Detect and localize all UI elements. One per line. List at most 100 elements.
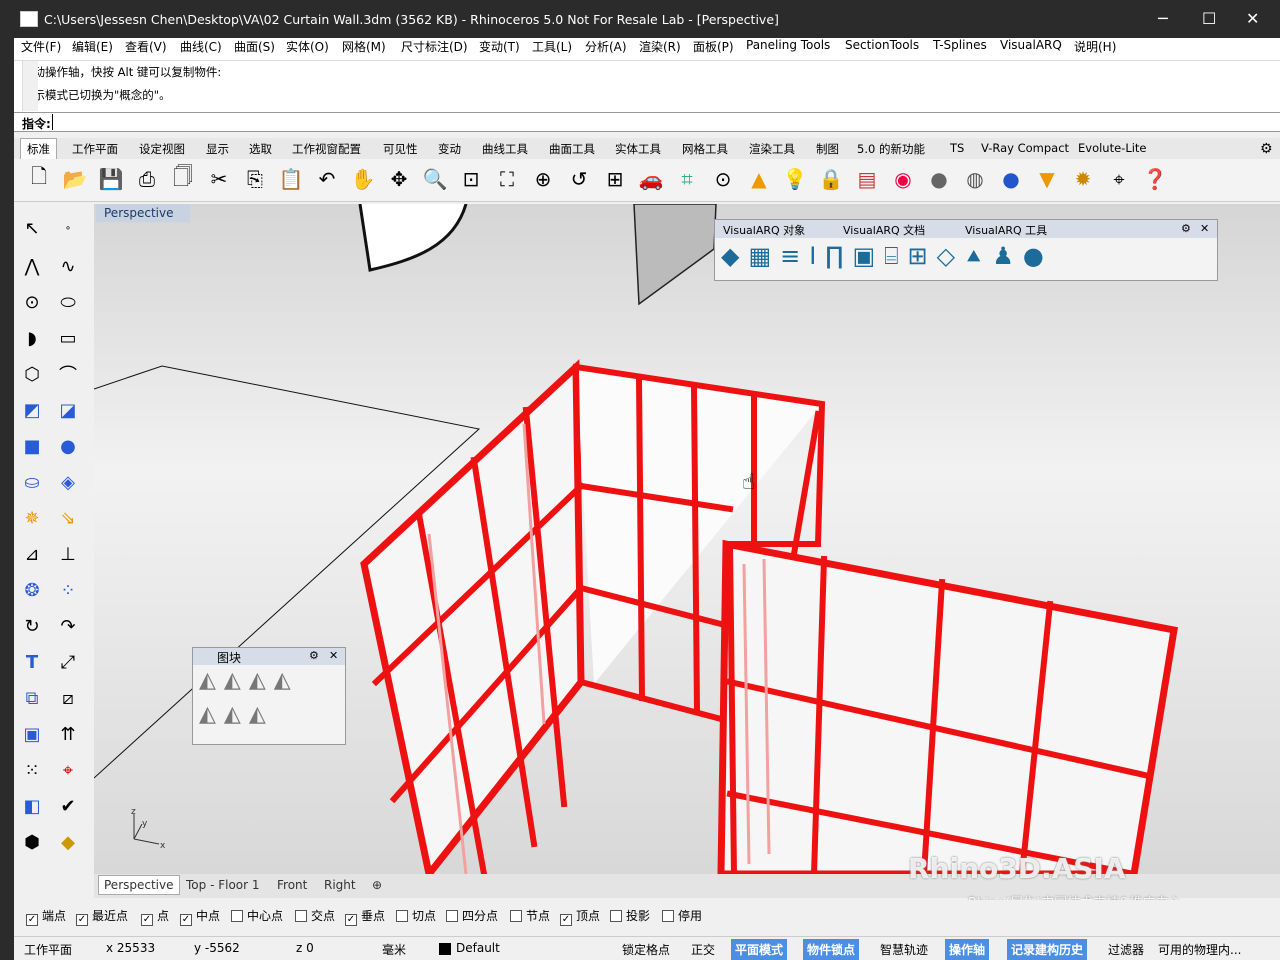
tab-standard[interactable]: 标准 bbox=[20, 138, 57, 159]
checkbox-checked[interactable]: ✓ bbox=[76, 914, 88, 926]
tab-cplanes[interactable]: 工作平面 bbox=[72, 141, 118, 157]
status-cplane[interactable]: 工作平面 bbox=[24, 941, 72, 958]
osnap-knot[interactable]: 节点 bbox=[510, 907, 550, 924]
viewport-label[interactable]: Perspective bbox=[96, 204, 190, 222]
gear-icon[interactable]: ⚙ bbox=[1260, 141, 1273, 157]
render-sphere-icon[interactable]: ◍ bbox=[960, 164, 990, 194]
zoom-icon[interactable]: 🔍 bbox=[420, 164, 450, 194]
box-icon[interactable]: ■ bbox=[18, 432, 46, 460]
menu-solid[interactable]: 实体(O) bbox=[286, 38, 329, 55]
arc-icon[interactable]: ◗ bbox=[18, 324, 46, 352]
tab-new-in-v5[interactable]: 5.0 的新功能 bbox=[857, 141, 925, 157]
four-viewports-icon[interactable]: ⊞ bbox=[600, 164, 630, 194]
add-tab-icon[interactable]: ⊕ bbox=[372, 878, 382, 892]
explode-icon[interactable]: ✵ bbox=[18, 504, 46, 532]
osnap-quad[interactable]: 四分点 bbox=[446, 907, 498, 924]
menu-edit[interactable]: 编辑(E) bbox=[72, 38, 113, 55]
menu-dimension[interactable]: 尺寸标注(D) bbox=[401, 38, 468, 55]
menu-transform[interactable]: 变动(T) bbox=[479, 38, 520, 55]
menu-file[interactable]: 文件(F) bbox=[21, 38, 61, 55]
pan-hand-icon[interactable]: ✋ bbox=[348, 164, 378, 194]
tab-select[interactable]: 选取 bbox=[249, 141, 272, 157]
checkbox[interactable] bbox=[231, 910, 243, 922]
text-icon[interactable]: T bbox=[18, 648, 46, 676]
osnap-disable[interactable]: 停用 bbox=[662, 907, 702, 924]
osnap-perp[interactable]: ✓ 垂点 bbox=[345, 907, 385, 926]
checkbox-checked[interactable]: ✓ bbox=[345, 914, 357, 926]
tab-visualarq-document[interactable]: VisualARQ 文档 bbox=[843, 222, 925, 238]
tab-visualarq-tools[interactable]: VisualARQ 工具 bbox=[965, 222, 1047, 238]
car-icon[interactable]: 🚗 bbox=[636, 164, 666, 194]
light-icon[interactable]: ▼ bbox=[1032, 164, 1062, 194]
paste-icon[interactable]: 📋 bbox=[276, 164, 306, 194]
checkbox-checked[interactable]: ✓ bbox=[560, 914, 572, 926]
fillet-icon[interactable]: ⌒ bbox=[54, 360, 82, 388]
tab-render-tools[interactable]: 渲染工具 bbox=[749, 141, 795, 157]
tab-viewport-layout[interactable]: 工作视窗配置 bbox=[292, 141, 361, 157]
tab-visibility[interactable]: 可见性 bbox=[383, 141, 418, 157]
import-icon[interactable]: 🗍 bbox=[168, 164, 198, 194]
open-folder-icon[interactable]: 📂 bbox=[60, 164, 90, 194]
split-icon[interactable]: ⊿ bbox=[18, 540, 46, 568]
status-smarttrack[interactable]: 智慧轨迹 bbox=[880, 941, 928, 958]
rotate3d-icon[interactable]: ↷ bbox=[54, 612, 82, 640]
layers-icon[interactable]: ▤ bbox=[852, 164, 882, 194]
checkbox[interactable] bbox=[396, 910, 408, 922]
rotate-view-icon[interactable]: ✥ bbox=[384, 164, 414, 194]
sphere-icon[interactable]: ● bbox=[924, 164, 954, 194]
join-icon[interactable]: ⊥ bbox=[54, 540, 82, 568]
shapes-icon[interactable]: ▲ bbox=[744, 164, 774, 194]
menu-render[interactable]: 渲染(R) bbox=[639, 38, 681, 55]
zoom-selected-icon[interactable]: ⊕ bbox=[528, 164, 558, 194]
maximize-button[interactable]: ☐ bbox=[1202, 9, 1216, 28]
menu-curve[interactable]: 曲线(C) bbox=[180, 38, 222, 55]
status-ortho[interactable]: 正交 bbox=[691, 941, 715, 958]
osnap-center[interactable]: 中心点 bbox=[231, 907, 283, 924]
undo-icon[interactable]: ↶ bbox=[312, 164, 342, 194]
checkbox-checked[interactable]: ✓ bbox=[141, 914, 153, 926]
array-icon[interactable]: ⧉ bbox=[18, 684, 46, 712]
tab-ts[interactable]: TS bbox=[950, 141, 964, 155]
help-icon[interactable]: ❓ bbox=[1140, 164, 1170, 194]
ellipse-icon[interactable]: ⬭ bbox=[54, 288, 82, 316]
tab-front[interactable]: Front bbox=[277, 878, 307, 892]
tab-top-floor1[interactable]: Top - Floor 1 bbox=[186, 878, 260, 892]
tab-surface-tools[interactable]: 曲面工具 bbox=[549, 141, 595, 157]
perspective-viewport[interactable]: ☝ z x y bbox=[94, 204, 1280, 874]
status-filter[interactable]: 过滤器 bbox=[1108, 941, 1144, 958]
lock-icon[interactable]: 🔒 bbox=[816, 164, 846, 194]
curve-icon[interactable]: ∿ bbox=[54, 252, 82, 280]
checkbox[interactable] bbox=[446, 910, 458, 922]
osnap-int[interactable]: 交点 bbox=[295, 907, 335, 924]
extrude-surface-icon[interactable]: ◪ bbox=[54, 396, 82, 424]
color-wheel-icon[interactable]: ◉ bbox=[888, 164, 918, 194]
boolean-icon[interactable]: ● bbox=[54, 432, 82, 460]
options-gear-icon[interactable]: ✹ bbox=[1068, 164, 1098, 194]
osnap-near[interactable]: ✓ 最近点 bbox=[76, 907, 128, 926]
panel-close-icon[interactable]: ✕ bbox=[329, 649, 338, 662]
block-tool-icons-row1[interactable]: ◭◭◭◭ bbox=[199, 668, 299, 693]
surface-icon[interactable]: ◩ bbox=[18, 396, 46, 424]
status-grid-snap[interactable]: 锁定格点 bbox=[622, 941, 670, 958]
tab-mesh-tools[interactable]: 网格工具 bbox=[682, 141, 728, 157]
menu-analyze[interactable]: 分析(A) bbox=[585, 38, 627, 55]
osnap-end[interactable]: ✓ 端点 bbox=[26, 907, 66, 926]
print-icon[interactable]: ⎙ bbox=[132, 164, 162, 194]
menu-paneling-tools[interactable]: Paneling Tools bbox=[746, 38, 830, 52]
group-icon[interactable]: ❂ bbox=[18, 576, 46, 604]
tab-visualarq-objects[interactable]: VisualARQ 对象 bbox=[723, 222, 805, 238]
tab-transform[interactable]: 变动 bbox=[438, 141, 461, 157]
minimize-button[interactable]: ─ bbox=[1158, 9, 1168, 28]
checkbox[interactable] bbox=[662, 910, 674, 922]
menu-panels[interactable]: 面板(P) bbox=[693, 38, 734, 55]
material-sphere-icon[interactable]: ● bbox=[996, 164, 1026, 194]
mirror-icon[interactable]: ⧄ bbox=[54, 684, 82, 712]
render-icon[interactable]: ⬢ bbox=[18, 828, 46, 856]
tab-set-view[interactable]: 设定视图 bbox=[139, 141, 185, 157]
check-icon[interactable]: ✔ bbox=[54, 792, 82, 820]
polyline-icon[interactable]: ⋀ bbox=[18, 252, 46, 280]
osnap-vertex[interactable]: ✓ 顶点 bbox=[560, 907, 600, 926]
status-planar[interactable]: 平面模式 bbox=[731, 939, 788, 960]
checkbox[interactable] bbox=[510, 910, 522, 922]
new-file-icon[interactable]: 🗋 bbox=[24, 164, 54, 194]
